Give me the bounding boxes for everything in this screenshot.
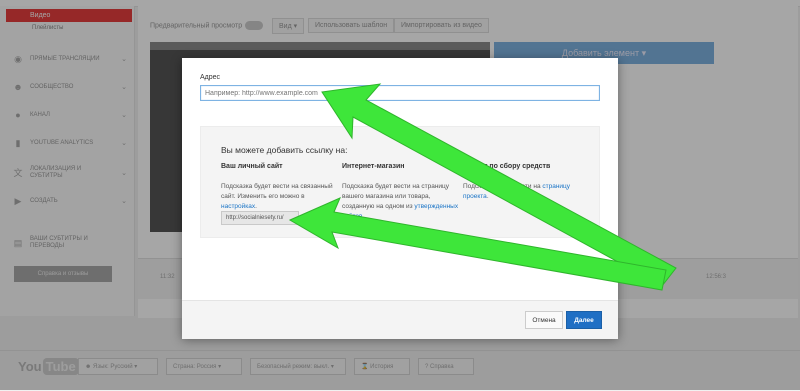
annotation-arrows (288, 83, 677, 291)
